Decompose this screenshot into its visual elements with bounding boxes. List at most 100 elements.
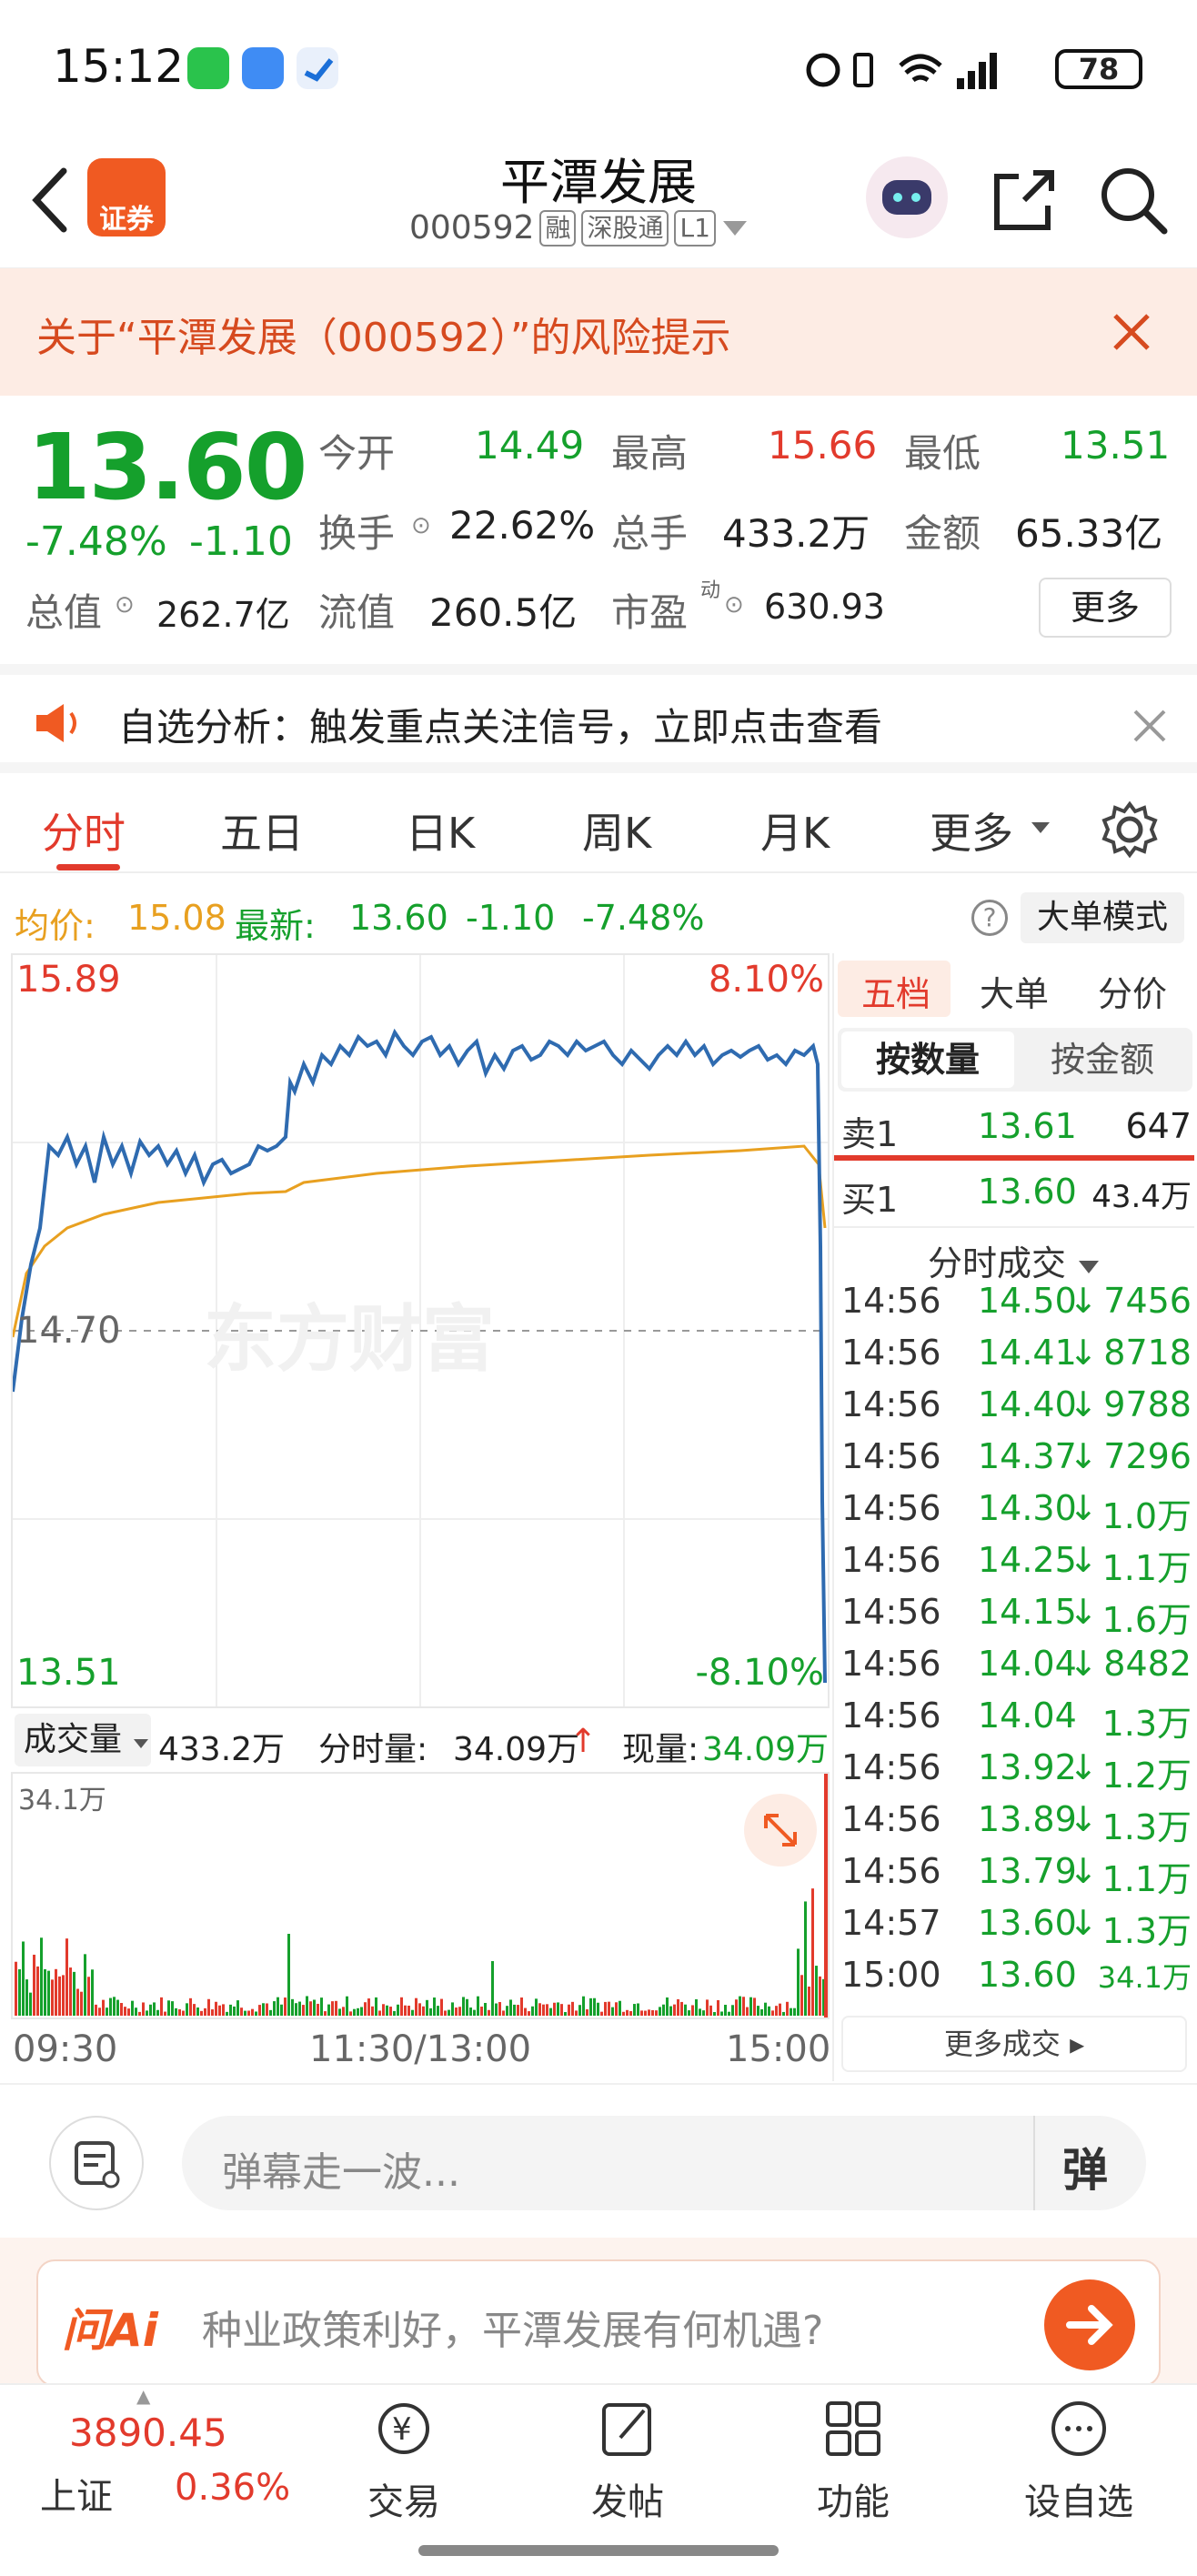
volume-bar: [702, 2010, 705, 2016]
ask-ai-send-icon[interactable]: [1044, 2279, 1135, 2370]
volume-bar: [349, 2011, 352, 2016]
danmaku-input[interactable]: 弹幕走一波... 弹: [182, 2116, 1146, 2210]
tab-more[interactable]: 更多: [930, 800, 1013, 860]
volume-bar: [386, 2005, 388, 2016]
tab-monthly-k[interactable]: 月K: [760, 800, 830, 860]
volume-bar: [258, 2005, 261, 2016]
watchlist-alert[interactable]: 自选分析：触发重点关注信号，立即点击查看: [0, 664, 1197, 773]
tab-price-distribution[interactable]: 分价: [1098, 966, 1167, 1016]
stock-code-row[interactable]: 000592 融 深股通 L1: [409, 209, 749, 247]
nav-functions[interactable]: 功能: [771, 2396, 935, 2525]
status-icons: [806, 53, 997, 89]
trade-row: 14:56 14.15 ↓ 1.6万: [841, 1592, 1192, 1644]
volume-total: 433.2万: [158, 1731, 286, 1768]
volume-bar: [382, 2004, 385, 2016]
trade-price: 13.60: [978, 1903, 1077, 1943]
trade-row: 14:56 14.50 ↓ 7456: [841, 1281, 1192, 1333]
expand-icon[interactable]: [744, 1794, 817, 1867]
tab-by-quantity[interactable]: 按数量: [841, 1031, 1014, 1088]
low-label: 最低: [904, 431, 981, 476]
volume-bar: [287, 1934, 290, 2016]
volume-indicator-select[interactable]: 成交量: [15, 1714, 151, 1766]
order-book-panel: 五档 大单 分价 按数量 按金额 卖1 13.61 647 买1 13.60 4…: [832, 953, 1196, 2081]
volume-bar: [779, 2003, 781, 2016]
trade-time: 15:00: [841, 1955, 941, 1995]
close-icon[interactable]: [1132, 708, 1168, 744]
high-value: 15.66: [768, 423, 878, 468]
volume-bar: [153, 2002, 156, 2016]
volume-bar: [804, 1901, 807, 2016]
tab-weekly-k[interactable]: 周K: [582, 800, 651, 860]
volume-bar: [280, 2004, 283, 2016]
more-trades-label: 更多成交: [943, 2027, 1061, 2061]
volume-bar: [549, 2007, 552, 2016]
tab-intraday[interactable]: 分时: [42, 800, 126, 860]
trade-price: 14.37: [978, 1436, 1077, 1476]
down-arrow-icon: ↓: [1069, 1384, 1098, 1424]
chevron-down-icon: [722, 220, 747, 236]
trades-title[interactable]: 分时成交: [834, 1235, 1194, 1285]
nav-trade[interactable]: ¥ 交易: [322, 2396, 486, 2525]
volume-bar: [62, 1975, 65, 2016]
volume-bar: [215, 2001, 217, 2016]
volume-bar: [724, 2005, 727, 2016]
tab-by-amount[interactable]: 按金额: [1016, 1031, 1189, 1088]
latest-change: -1.10: [466, 898, 556, 938]
trade-price: 14.25: [978, 1540, 1077, 1580]
tab-five-day[interactable]: 五日: [220, 800, 304, 860]
price-info-bar: 均价: 15.08 最新: 13.60 -1.10 -7.48% ? 大单模式: [0, 887, 1197, 951]
volume-bar: [582, 1996, 585, 2016]
close-icon[interactable]: [1112, 312, 1152, 352]
volume-bar: [135, 2007, 137, 2016]
ask-ai-card[interactable]: 问Ai 种业政策利好，平潭发展有何机遇?: [36, 2259, 1161, 2387]
battery-level: 78: [1078, 52, 1120, 86]
risk-banner[interactable]: 关于“平潭发展（000592）”的风险提示: [0, 268, 1197, 396]
current-vol-label: 现量:: [622, 1731, 699, 1768]
volume-bar: [84, 1954, 86, 2016]
volume-bar: [411, 2009, 414, 2016]
intraday-chart[interactable]: 东方财富 15.89 8.10% 14.70 13.51 -8.10%: [11, 953, 830, 1708]
volume-bar: [331, 2001, 334, 2016]
danmaku-settings-icon[interactable]: [49, 2116, 144, 2210]
more-trades-button[interactable]: 更多成交 ▸: [841, 2016, 1187, 2072]
info-icon[interactable]: ⊙: [115, 591, 135, 619]
volume-bar: [691, 2005, 694, 2016]
trade-time: 14:56: [841, 1747, 941, 1787]
nav-add-watchlist[interactable]: 设自选: [997, 2396, 1161, 2525]
trade-volume: 1.1万: [1101, 1859, 1192, 1899]
volume-bar: [437, 2006, 439, 2016]
big-order-mode-button[interactable]: 大单模式: [1021, 892, 1184, 943]
tab-daily-k[interactable]: 日K: [406, 800, 475, 860]
info-icon[interactable]: ⊙: [724, 591, 744, 619]
ask-ai-banner: 问Ai 种业政策利好，平潭发展有何机遇?: [0, 2238, 1197, 2387]
volume-bar: [557, 2002, 559, 2016]
volume-bar: [811, 1888, 814, 2016]
help-icon[interactable]: ?: [971, 900, 1008, 936]
search-icon[interactable]: [1097, 164, 1170, 236]
volume-bar: [269, 2009, 272, 2016]
volume-bar: [29, 1992, 32, 2016]
danmaku-placeholder: 弹幕走一波...: [222, 2149, 460, 2196]
chevron-right-icon: ▸: [1070, 2027, 1085, 2061]
tab-five-levels[interactable]: 五档: [861, 966, 930, 1016]
info-icon[interactable]: ⊙: [411, 512, 431, 539]
volume-bar: [546, 2004, 548, 2016]
trade-price: 14.50: [978, 1281, 1077, 1321]
avg-value: 15.08: [127, 898, 226, 938]
volume-chart[interactable]: 34.1万: [11, 1772, 830, 2019]
gear-icon[interactable]: [1101, 800, 1159, 859]
volume-bar: [120, 2003, 123, 2016]
more-button[interactable]: 更多: [1039, 578, 1172, 638]
share-icon[interactable]: [988, 164, 1061, 236]
index-ticker[interactable]: ▲ 3890.45 上证 0.36%: [0, 2385, 291, 2531]
danmaku-send-button[interactable]: 弹: [1062, 2134, 1108, 2199]
trade-price: 14.40: [978, 1384, 1077, 1424]
tab-big-orders[interactable]: 大单: [980, 966, 1049, 1016]
volume-bar: [713, 2011, 716, 2016]
nav-post[interactable]: 发帖: [546, 2396, 709, 2525]
volume-bar: [211, 2009, 214, 2016]
mktcap-label: 总值: [25, 590, 103, 635]
trade-price: 14.15: [978, 1592, 1077, 1632]
volume-bar: [535, 1998, 538, 2016]
assistant-avatar[interactable]: [866, 156, 948, 238]
